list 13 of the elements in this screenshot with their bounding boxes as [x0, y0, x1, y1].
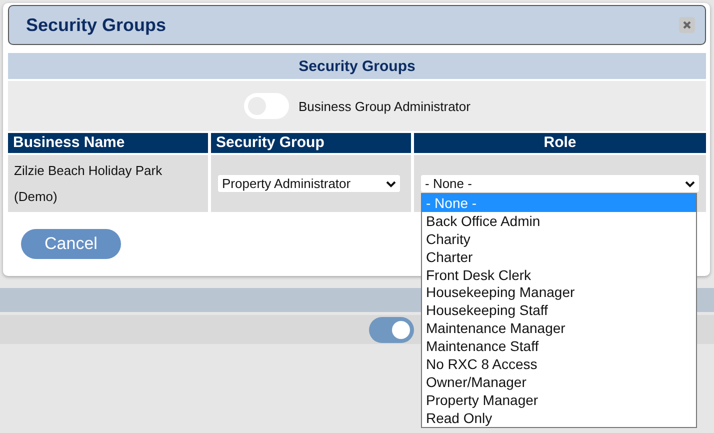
- toggle-switch[interactable]: [369, 316, 414, 342]
- table-cell: Zilzie Beach Holiday Park (Demo): [8, 155, 208, 212]
- column-header: Security Group: [211, 133, 411, 153]
- chevron-icon: [386, 180, 396, 188]
- column-header: Role: [414, 133, 706, 153]
- chevron-icon: [685, 180, 695, 188]
- column-header: Business Name: [8, 133, 208, 153]
- role-select[interactable]: - None -: [420, 174, 700, 193]
- toggle-label: Business Group Administrator: [298, 98, 470, 114]
- dialog-title: Security Groups: [26, 14, 166, 36]
- section-title: Security Groups: [298, 58, 416, 74]
- security-group-select[interactable]: Property Administrator: [217, 174, 401, 193]
- close-icon[interactable]: [679, 17, 695, 33]
